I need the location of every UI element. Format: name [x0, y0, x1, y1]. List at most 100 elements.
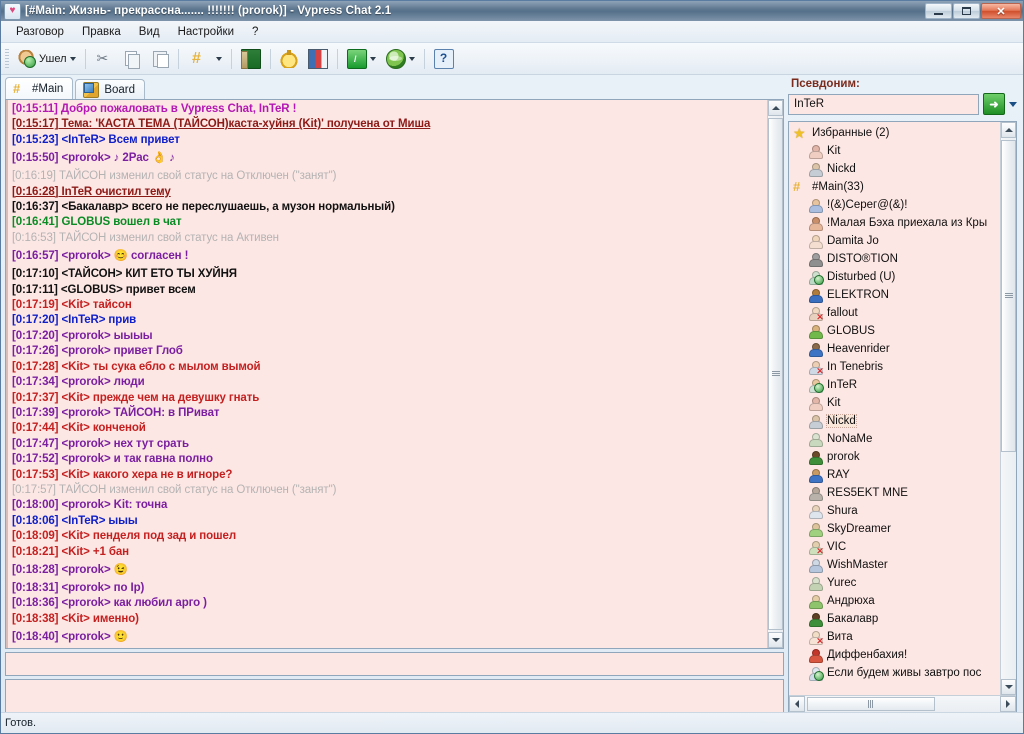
- user-avatar-icon: ✕: [808, 360, 822, 374]
- hscroll-left-button[interactable]: [789, 696, 805, 712]
- tab-board[interactable]: Board: [75, 79, 145, 99]
- user-list-item[interactable]: ELEKTRON: [792, 286, 1000, 304]
- user-list-item[interactable]: Heavenrider: [792, 340, 1000, 358]
- menu-view[interactable]: Вид: [130, 24, 169, 40]
- userlist-scroll-up-button[interactable]: [1001, 122, 1016, 138]
- message-text: ТАЙСОН изменил свой статус на Активен: [56, 232, 279, 244]
- scroll-up-button[interactable]: [768, 100, 783, 116]
- user-list-item[interactable]: Kit: [792, 142, 1000, 160]
- minimize-button[interactable]: [925, 3, 952, 19]
- user-list-item[interactable]: RES5EKT MNE: [792, 484, 1000, 502]
- scroll-track[interactable]: [768, 116, 783, 632]
- menu-edit[interactable]: Правка: [73, 24, 130, 40]
- userlist-scroll-down-button[interactable]: [1001, 679, 1016, 695]
- message-text: <Kit> +1 бан: [58, 546, 129, 558]
- user-list[interactable]: ★Избранные (2)KitNickd##Main(33)!(&)Сере…: [789, 122, 1000, 695]
- clock-badge-icon: [814, 275, 824, 285]
- toolbar-separator: [85, 49, 86, 69]
- message-timestamp: [0:18:06]: [12, 515, 58, 527]
- user-list-item[interactable]: Nickd: [792, 160, 1000, 178]
- user-list-item[interactable]: Shura: [792, 502, 1000, 520]
- user-list-item[interactable]: Disturbed (U): [792, 268, 1000, 286]
- status-away-button[interactable]: Ушел: [13, 46, 81, 72]
- language-button[interactable]: [342, 45, 381, 73]
- user-list-item[interactable]: !Малая Бэха приехала из Кры: [792, 214, 1000, 232]
- menu-help[interactable]: ?: [243, 24, 267, 40]
- menu-settings[interactable]: Настройки: [169, 24, 243, 40]
- nickname-input[interactable]: [788, 94, 979, 115]
- user-list-item[interactable]: Андрюха: [792, 592, 1000, 610]
- scroll-thumb[interactable]: [768, 118, 783, 630]
- user-list-item[interactable]: GLOBUS: [792, 322, 1000, 340]
- hscroll-thumb[interactable]: [807, 697, 935, 711]
- paste-icon: [151, 50, 169, 68]
- close-button[interactable]: ✕: [981, 3, 1021, 19]
- chat-vertical-scrollbar[interactable]: [767, 100, 783, 648]
- toolbar-separator: [424, 49, 425, 69]
- user-list-item[interactable]: SkyDreamer: [792, 520, 1000, 538]
- hscroll-right-button[interactable]: [1000, 696, 1016, 712]
- message-text: <Бакалавр> всего не переслушаешь, а музо…: [58, 201, 394, 213]
- alert-button[interactable]: [275, 46, 303, 72]
- user-list-item[interactable]: InTeR: [792, 376, 1000, 394]
- hscroll-track[interactable]: [805, 696, 1000, 712]
- user-list-item[interactable]: RAY: [792, 466, 1000, 484]
- message-input[interactable]: [5, 652, 784, 676]
- user-list-item[interactable]: Nickd: [792, 412, 1000, 430]
- cut-button[interactable]: [90, 46, 118, 72]
- user-name: VIC: [827, 541, 846, 553]
- paste-button[interactable]: [146, 46, 174, 72]
- user-list-item[interactable]: !(&)Серег@(&)!: [792, 196, 1000, 214]
- toolbar-grip[interactable]: [5, 49, 9, 69]
- group-favorites[interactable]: ★Избранные (2): [792, 124, 1000, 142]
- chat-message: [0:18:21] <Kit> +1 бан: [12, 545, 764, 560]
- user-list-item[interactable]: NoNaMe: [792, 430, 1000, 448]
- message-text: Добро пожаловать в Vypress Chat, InTeR !: [58, 103, 297, 115]
- secondary-input[interactable]: [5, 679, 784, 713]
- message-timestamp: [0:17:20]: [12, 314, 58, 326]
- user-avatar-icon: [808, 414, 822, 428]
- toolbar-separator: [270, 49, 271, 69]
- message-timestamp: [0:17:34]: [12, 376, 58, 388]
- user-list-item[interactable]: Damita Jo: [792, 232, 1000, 250]
- user-list-item[interactable]: Если будем живы завтро пос: [792, 664, 1000, 682]
- user-list-item[interactable]: Диффенбахия!: [792, 646, 1000, 664]
- channel-dropdown-button[interactable]: [211, 53, 227, 65]
- scroll-down-button[interactable]: [768, 632, 783, 648]
- message-text: <Kit> пенделя под зад и пошел: [58, 530, 236, 542]
- help-button[interactable]: [429, 45, 459, 73]
- userlist-horizontal-scrollbar[interactable]: [789, 695, 1016, 712]
- user-list-item[interactable]: Yurec: [792, 574, 1000, 592]
- user-list-item[interactable]: ✕VIC: [792, 538, 1000, 556]
- userlist-vertical-scrollbar[interactable]: [1000, 122, 1016, 695]
- offline-badge-icon: ✕: [816, 547, 824, 555]
- tab-main[interactable]: # #Main: [5, 77, 73, 99]
- network-button[interactable]: [381, 45, 420, 73]
- message-timestamp: [0:17:52]: [12, 453, 58, 465]
- user-list-item[interactable]: ✕fallout: [792, 304, 1000, 322]
- userlist-scroll-thumb[interactable]: [1001, 140, 1016, 452]
- copy-button[interactable]: [118, 46, 146, 72]
- user-avatar-icon: [808, 432, 822, 446]
- go-button[interactable]: ➜: [983, 93, 1005, 115]
- group-main[interactable]: ##Main(33): [792, 178, 1000, 196]
- message-timestamp: [0:15:11]: [12, 103, 58, 115]
- user-list-item[interactable]: DISTO®TION: [792, 250, 1000, 268]
- chevron-down-icon[interactable]: [1009, 102, 1017, 107]
- channel-button[interactable]: [183, 46, 211, 72]
- message-timestamp: [0:17:47]: [12, 438, 58, 450]
- chat-message: [0:17:44] <Kit> конченой: [12, 421, 764, 436]
- user-list-item[interactable]: ✕In Tenebris: [792, 358, 1000, 376]
- user-list-item[interactable]: ✕Вита: [792, 628, 1000, 646]
- menu-conversation[interactable]: Разговор: [7, 24, 73, 40]
- books-button[interactable]: [303, 45, 333, 73]
- chat-message: [0:17:39] <prorok> ТАЙСОН: в ПРиват: [12, 406, 764, 421]
- user-list-item[interactable]: prorok: [792, 448, 1000, 466]
- user-list-item[interactable]: Бакалавр: [792, 610, 1000, 628]
- maximize-button[interactable]: [953, 3, 980, 19]
- userlist-scroll-track[interactable]: [1001, 138, 1016, 679]
- user-avatar-icon: [808, 252, 822, 266]
- user-list-item[interactable]: Kit: [792, 394, 1000, 412]
- log-button[interactable]: [236, 45, 266, 73]
- user-list-item[interactable]: WishMaster: [792, 556, 1000, 574]
